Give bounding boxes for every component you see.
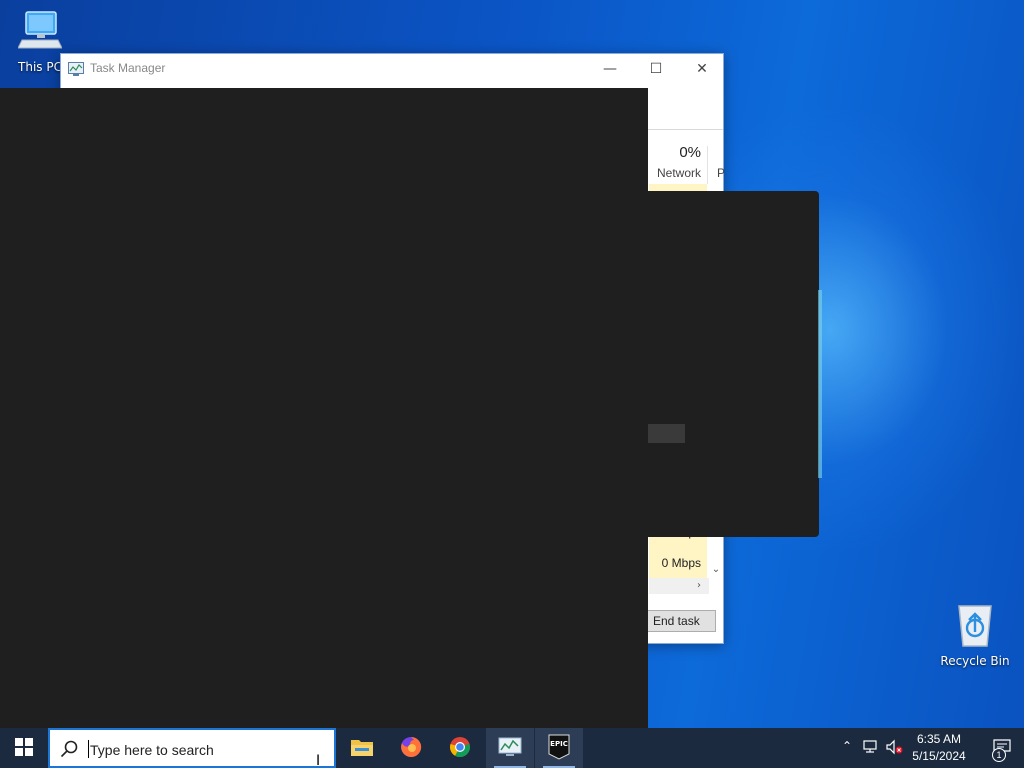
flyout-control[interactable] [648, 424, 685, 443]
taskbar-chrome[interactable] [436, 728, 484, 768]
taskbar-epic-games[interactable]: EPIC [535, 728, 583, 768]
taskbar-task-manager[interactable] [486, 728, 534, 768]
desktop-icon-label: This PC [18, 60, 62, 74]
notification-count-badge: 1 [992, 748, 1006, 762]
search-box[interactable]: Type here to search I [48, 728, 336, 768]
volume-button[interactable] [886, 739, 904, 757]
minimize-button[interactable]: — [587, 54, 633, 84]
volume-muted-icon [886, 739, 904, 758]
clock[interactable]: 6:35 AM 5/15/2024 [906, 731, 972, 765]
column-divider[interactable] [707, 146, 708, 184]
network-column-header[interactable]: Network [651, 166, 701, 180]
title-bar[interactable]: Task Manager — ☐ ✕ [61, 54, 723, 84]
network-column-percent: 0% [679, 144, 701, 161]
clock-time: 6:35 AM [916, 732, 962, 746]
maximize-icon: ☐ [649, 61, 663, 77]
epic-games-icon: EPIC [548, 734, 570, 763]
text-caret [88, 740, 89, 758]
chrome-icon [448, 735, 472, 762]
network-cell: 0 Mbps [661, 556, 701, 570]
network-icon [863, 740, 879, 758]
search-placeholder: Type here to search [90, 742, 214, 758]
chevron-up-icon: ⌃ [841, 739, 853, 753]
next-column-header[interactable]: P [717, 166, 725, 180]
window-title: Task Manager [90, 61, 166, 75]
end-task-button[interactable]: End task [646, 610, 716, 632]
task-manager-icon [68, 62, 84, 76]
network-status-button[interactable] [862, 739, 880, 757]
maximize-button[interactable]: ☐ [633, 54, 679, 84]
chevron-down-icon: ⌄ [711, 564, 721, 575]
windows-logo-icon [15, 737, 33, 759]
recycle-bin-icon [935, 602, 1015, 651]
dark-overlay-window[interactable] [0, 88, 648, 728]
search-icon [60, 740, 78, 761]
clock-date: 5/15/2024 [912, 749, 966, 763]
desktop-icon-recycle-bin[interactable]: Recycle Bin [935, 602, 1015, 668]
folder-icon [350, 737, 374, 760]
scroll-right-button[interactable]: › [691, 578, 707, 594]
close-button[interactable]: ✕ [679, 54, 725, 84]
computer-icon [0, 8, 80, 57]
dark-flyout-panel[interactable] [648, 191, 819, 537]
minimize-icon: — [603, 61, 617, 77]
close-icon: ✕ [696, 61, 708, 77]
task-manager-icon [498, 737, 522, 760]
show-hidden-icons-button[interactable]: ⌃ [838, 739, 856, 757]
desktop-icon-label: Recycle Bin [940, 654, 1010, 668]
chevron-right-icon: › [697, 580, 701, 591]
firefox-icon [399, 735, 423, 762]
scroll-down-button[interactable]: ⌄ [709, 562, 723, 578]
taskbar-file-explorer[interactable] [338, 728, 386, 768]
taskbar-firefox[interactable] [387, 728, 435, 768]
flyout-accent-edge [818, 290, 822, 478]
epic-logo-text: EPIC [550, 740, 568, 748]
taskbar: Type here to search I EPIC ⌃ 6:35 AM 5/1… [0, 728, 1024, 768]
start-button[interactable] [0, 728, 48, 768]
text-cursor-icon: I [316, 753, 321, 768]
